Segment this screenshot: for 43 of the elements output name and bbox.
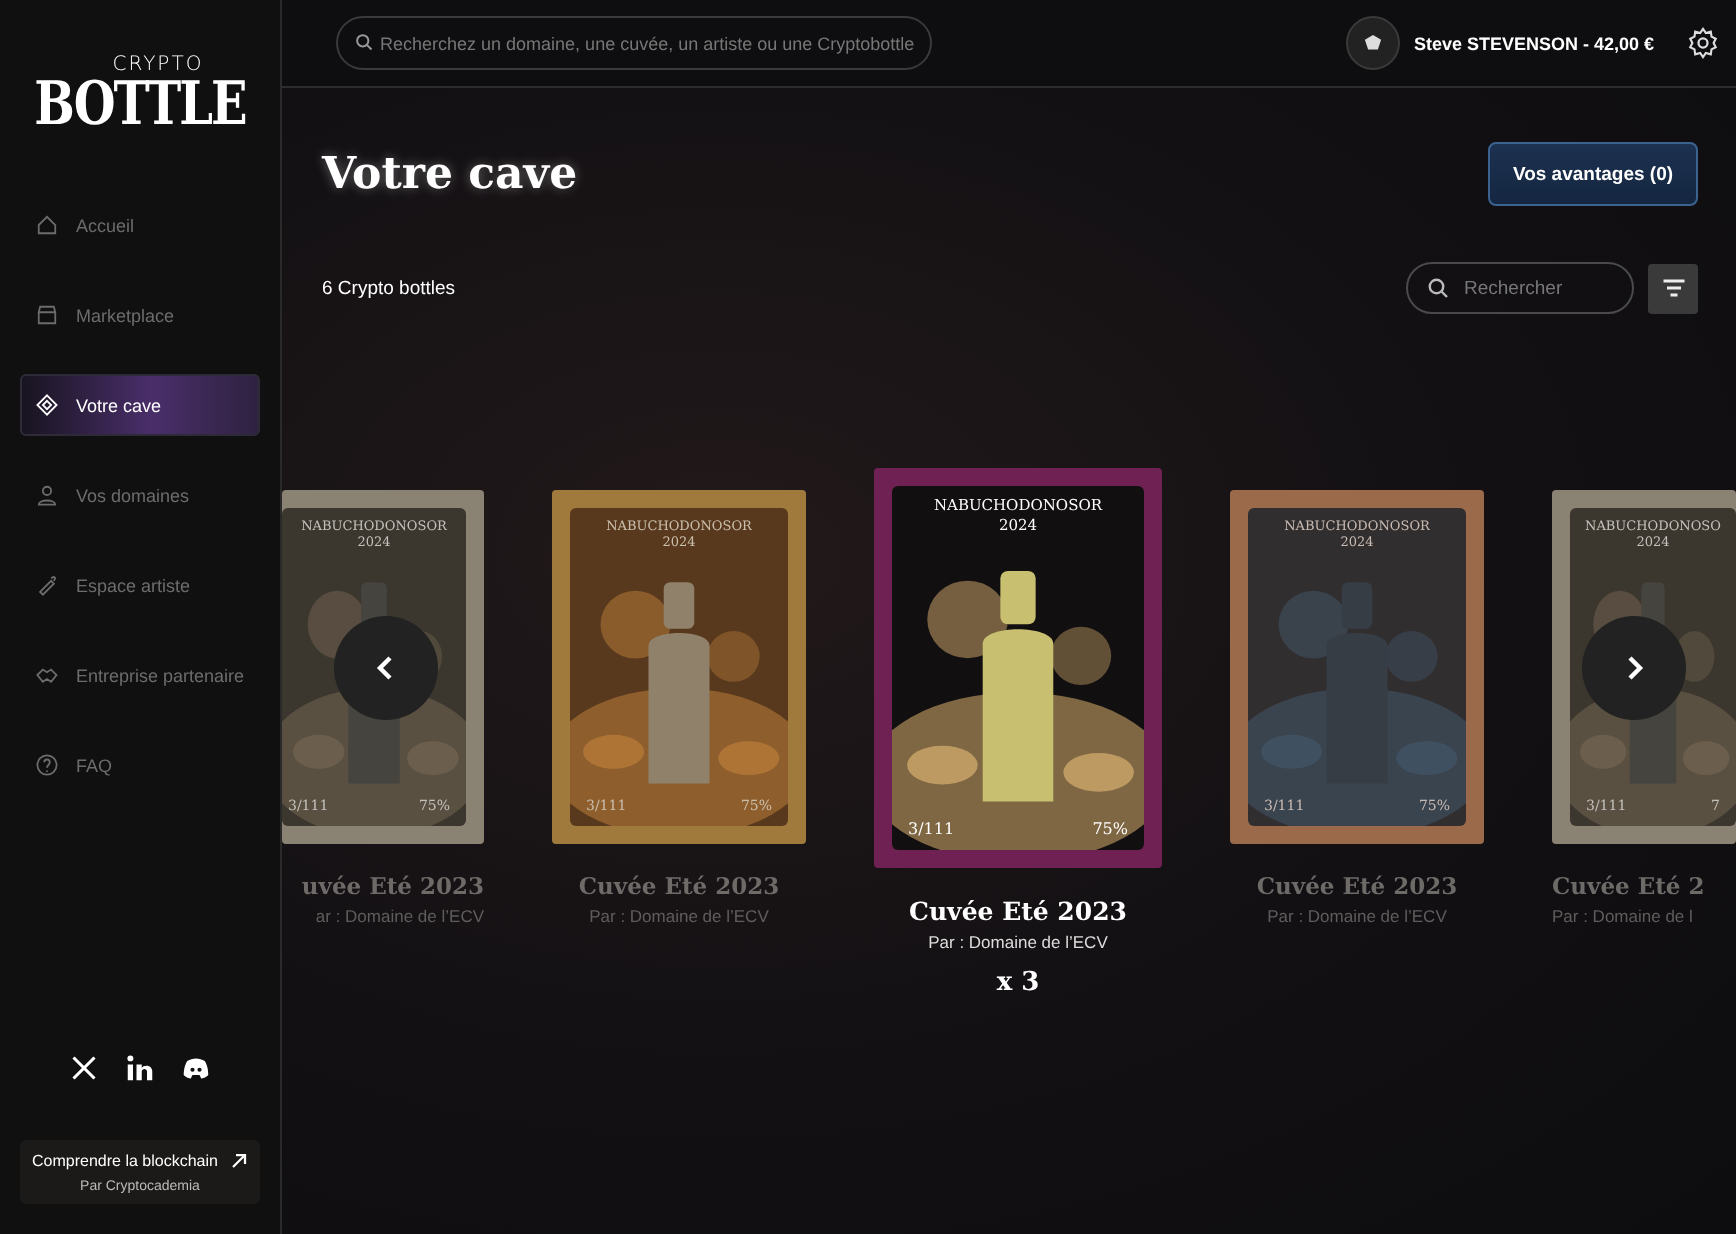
quantity: x 3 [996, 968, 1040, 998]
bottle-producer: Par : Domaine de l’ECV [589, 906, 769, 926]
nav-item[interactable]: Vos domaines [20, 464, 260, 526]
avatar[interactable] [1345, 16, 1400, 70]
diamond-icon [36, 394, 58, 416]
filter-icon [1659, 274, 1687, 302]
nav-item[interactable]: Espace artiste [20, 554, 260, 616]
bottle-producer: ar : Domaine de l’ECV [315, 906, 484, 926]
bottle-producer: Par : Domaine de l [1552, 906, 1693, 926]
bottle-title: Cuvée Eté 2 [1552, 872, 1705, 900]
help-icon [36, 754, 58, 776]
nav-item[interactable]: Marketplace [20, 284, 260, 346]
nav-item[interactable]: FAQ [20, 734, 260, 796]
nav-item[interactable]: Accueil [20, 194, 260, 256]
page-title: Votre cave [322, 148, 578, 200]
bottle-title: uvée Eté 2023 [301, 872, 484, 900]
brush-icon [36, 574, 58, 596]
user-balance[interactable]: Steve STEVENSON - 42,00 € [1413, 33, 1654, 53]
discord-icon[interactable] [182, 1054, 210, 1082]
bottle-producer: Par : Domaine de l’ECV [928, 932, 1108, 952]
search-icon [354, 32, 374, 52]
logo[interactable]: CRYPTO BOTTLE [34, 56, 246, 128]
search-field[interactable]: Recherchez un domaine, une cuvée, un artiste ou une Cryptobottle [336, 16, 932, 70]
bottle-count: 6 Crypto bottles [322, 277, 456, 299]
bottle-title: Cuvée Eté 2023 [1256, 872, 1458, 900]
advantages-button[interactable]: Vos avantages (0) [1488, 142, 1698, 206]
external-link-icon [230, 1152, 248, 1170]
house-icon [36, 214, 58, 236]
filter-button[interactable] [1648, 263, 1698, 313]
person-icon [36, 484, 58, 506]
search-icon [1426, 276, 1450, 300]
percentage: 75% [1092, 820, 1128, 838]
nav-item[interactable]: Votre cave [20, 374, 260, 436]
bottle-title: Cuvée Eté 2023 [909, 896, 1127, 926]
promo-title: Comprendre la blockchain [32, 1152, 220, 1170]
x-logo-icon[interactable] [70, 1054, 98, 1082]
edition-number: 3/111 [908, 820, 955, 838]
bottle-title: Cuvée Eté 2023 [578, 872, 780, 900]
search-field[interactable]: Rechercher [1406, 262, 1634, 314]
nav-item[interactable]: Entreprise partenaire [20, 644, 260, 706]
settings-icon[interactable] [1686, 26, 1720, 60]
bottle-producer: Par : Domaine de l’ECV [1267, 906, 1447, 926]
linkedin-icon[interactable] [126, 1054, 154, 1082]
